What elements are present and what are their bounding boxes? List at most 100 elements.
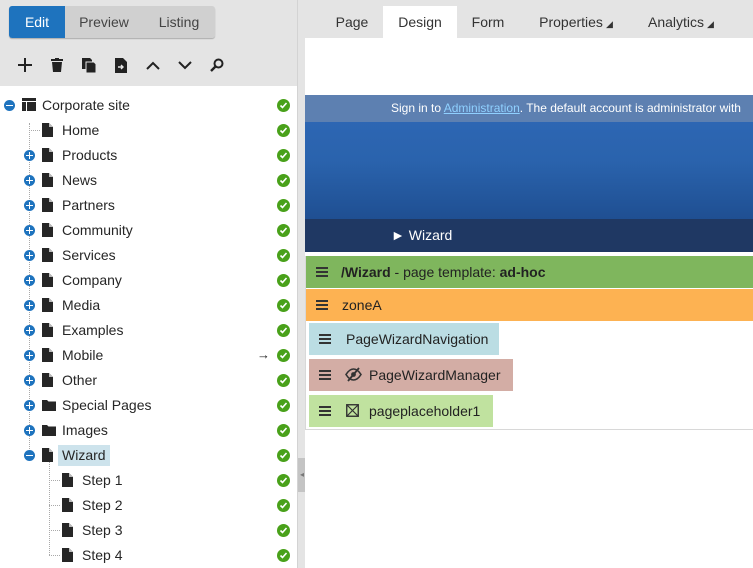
tab-form[interactable]: Form	[459, 6, 517, 38]
placeholder-box-icon	[346, 404, 359, 417]
tree-node-label[interactable]: Examples	[58, 320, 127, 341]
webpart-pagewizardmanager[interactable]: PageWizardManager	[309, 359, 513, 391]
tree-node-label[interactable]: Other	[58, 370, 101, 391]
tree-node-label[interactable]: Step 2	[78, 495, 126, 516]
template-name: ad-hoc	[499, 264, 546, 280]
page-icon	[42, 198, 53, 217]
delete-button[interactable]	[44, 52, 70, 78]
tree-node-step-1[interactable]: Step 1	[0, 468, 297, 493]
tree-node-step-3[interactable]: Step 3	[0, 518, 297, 543]
tree-node-label[interactable]: Step 1	[78, 470, 126, 491]
published-check-icon	[277, 274, 290, 287]
webpart-pageplaceholder1[interactable]: pageplaceholder1	[309, 395, 493, 427]
expand-icon[interactable]	[24, 150, 35, 161]
page-icon	[42, 448, 53, 467]
tab-page[interactable]: Page	[323, 6, 381, 38]
tree-node-mobile[interactable]: Mobile →	[0, 343, 297, 368]
site-submenu-bar: ► Wizard	[305, 219, 753, 252]
expand-icon[interactable]	[24, 200, 35, 211]
expand-icon[interactable]	[24, 275, 35, 286]
add-page-button[interactable]	[12, 52, 38, 78]
move-down-button[interactable]	[172, 52, 198, 78]
tree-node-label[interactable]: Products	[58, 145, 121, 166]
menu-icon[interactable]	[319, 334, 331, 344]
expand-icon[interactable]	[24, 350, 35, 361]
design-frame-bottom-border	[306, 429, 753, 430]
folder-icon	[42, 423, 56, 441]
tree-node-partners[interactable]: Partners	[0, 193, 297, 218]
tree-node-step-4[interactable]: Step 4	[0, 543, 297, 568]
tree-node-step-2[interactable]: Step 2	[0, 493, 297, 518]
published-check-icon	[277, 424, 290, 437]
tree-node-label[interactable]: Community	[58, 220, 137, 241]
expand-icon[interactable]	[24, 175, 35, 186]
tree-node-news[interactable]: News	[0, 168, 297, 193]
tree-node-label[interactable]: Partners	[58, 195, 119, 216]
view-tabs: Page Design Form Properties ◢ Analytics ◢	[305, 0, 753, 38]
tree-node-label[interactable]: Home	[58, 120, 103, 141]
tree-node-label[interactable]: Images	[58, 420, 112, 441]
search-button[interactable]	[204, 52, 230, 78]
tree-node-images[interactable]: Images	[0, 418, 297, 443]
tree-node-label[interactable]: Wizard	[58, 445, 110, 466]
tree-node-company[interactable]: Company	[0, 268, 297, 293]
expand-icon[interactable]	[24, 425, 35, 436]
published-check-icon	[277, 549, 290, 562]
tree-node-corporate-site[interactable]: Corporate site	[0, 93, 297, 118]
copy-button[interactable]	[76, 52, 102, 78]
expand-icon[interactable]	[24, 250, 35, 261]
tree-node-label[interactable]: Services	[58, 245, 120, 266]
tree-node-label[interactable]: Corporate site	[38, 95, 134, 116]
collapse-icon[interactable]	[24, 450, 35, 461]
page-template-header[interactable]: /Wizard - page template: ad-hoc	[306, 256, 753, 288]
move-up-button[interactable]	[140, 52, 166, 78]
expand-icon[interactable]	[24, 300, 35, 311]
plus-icon	[18, 58, 32, 72]
tree-node-community[interactable]: Community	[0, 218, 297, 243]
tree-node-label[interactable]: Step 4	[78, 545, 126, 566]
expand-icon[interactable]	[24, 225, 35, 236]
tree-node-products[interactable]: Products	[0, 143, 297, 168]
tree-node-wizard[interactable]: Wizard	[0, 443, 297, 468]
menu-icon[interactable]	[319, 406, 331, 416]
tree-node-label[interactable]: News	[58, 170, 101, 191]
tree-node-media[interactable]: Media	[0, 293, 297, 318]
expand-icon[interactable]	[24, 375, 35, 386]
tab-design[interactable]: Design	[383, 6, 457, 38]
dropdown-caret-icon: ◢	[605, 19, 613, 29]
zone-header[interactable]: zoneA	[306, 289, 753, 321]
tree-toolbar	[0, 44, 297, 86]
submenu-item-wizard[interactable]: ► Wizard	[391, 227, 452, 243]
collapse-icon[interactable]	[4, 100, 15, 111]
chevron-up-icon	[146, 61, 160, 70]
menu-icon[interactable]	[319, 370, 331, 380]
tree-node-label[interactable]: Special Pages	[58, 395, 156, 416]
tree-node-special-pages[interactable]: Special Pages	[0, 393, 297, 418]
content-tree-panel: Edit Preview Listing Corporate site Home P…	[0, 0, 297, 568]
panel-splitter[interactable]: ◂	[297, 0, 306, 568]
tree-node-home[interactable]: Home	[0, 118, 297, 143]
tab-analytics[interactable]: Analytics ◢	[637, 6, 725, 38]
administration-link[interactable]: Administration	[444, 101, 520, 115]
tree-node-services[interactable]: Services	[0, 243, 297, 268]
tree-node-label[interactable]: Company	[58, 270, 126, 291]
webpart-pagewizardnavigation[interactable]: PageWizardNavigation	[309, 323, 499, 355]
tree-node-examples[interactable]: Examples	[0, 318, 297, 343]
signin-bar: Sign in to Administration. The default a…	[305, 95, 753, 122]
expand-icon[interactable]	[24, 400, 35, 411]
tab-properties[interactable]: Properties ◢	[527, 6, 625, 38]
tree-node-label[interactable]: Step 3	[78, 520, 126, 541]
design-panel: Page Design Form Properties ◢ Analytics ◢ …	[305, 0, 753, 568]
tab-listing[interactable]: Listing	[143, 6, 215, 38]
menu-icon[interactable]	[316, 267, 328, 277]
tab-edit[interactable]: Edit	[9, 6, 65, 38]
move-button[interactable]	[108, 52, 134, 78]
published-check-icon	[277, 499, 290, 512]
tree-node-label[interactable]: Mobile	[58, 345, 107, 366]
tab-preview[interactable]: Preview	[65, 6, 143, 38]
expand-icon[interactable]	[24, 325, 35, 336]
tree-node-other[interactable]: Other	[0, 368, 297, 393]
published-check-icon	[277, 474, 290, 487]
menu-icon[interactable]	[316, 300, 328, 310]
tree-node-label[interactable]: Media	[58, 295, 104, 316]
